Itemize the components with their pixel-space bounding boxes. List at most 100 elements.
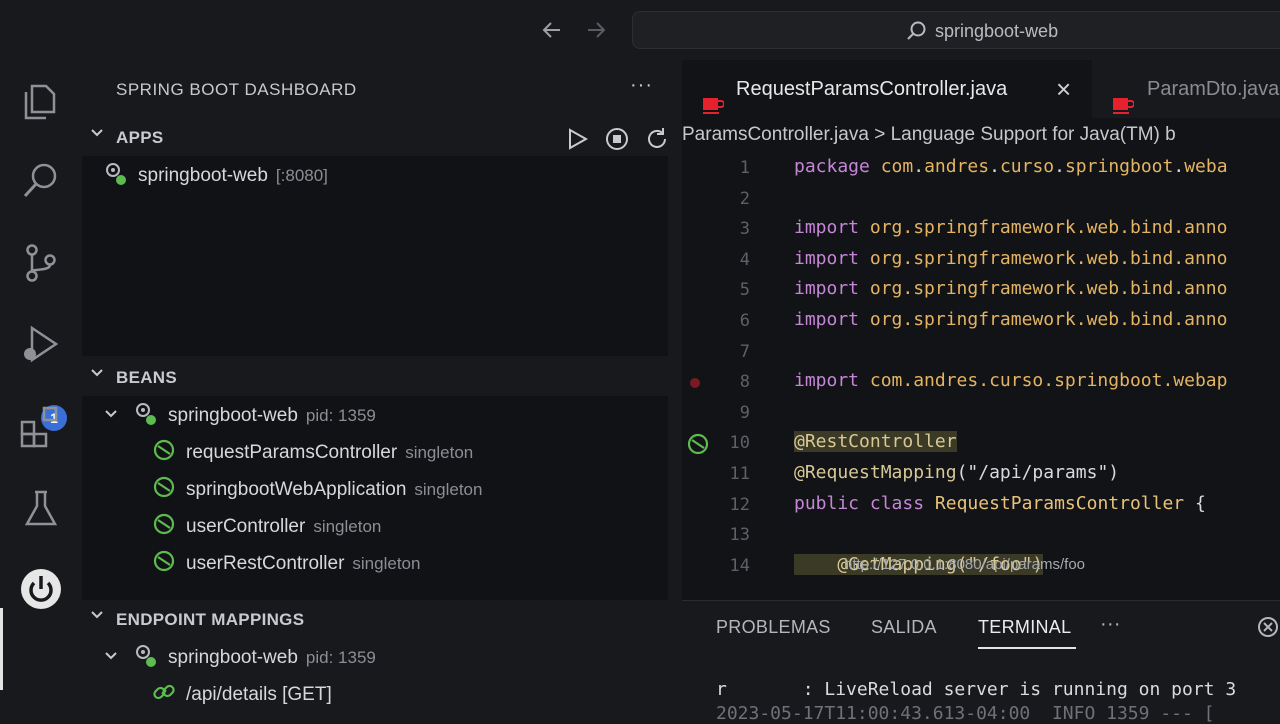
command-center-search[interactable]: springboot-web — [632, 11, 1280, 49]
bean-gutter-icon[interactable] — [686, 432, 710, 461]
restart-app-button[interactable] — [644, 126, 670, 152]
spring-boot-icon[interactable] — [18, 566, 64, 612]
close-panel-icon[interactable] — [1256, 615, 1280, 644]
extensions-icon[interactable] — [18, 404, 64, 450]
search-icon[interactable] — [18, 158, 64, 204]
beans-app-item[interactable]: springboot-web pid: 1359 — [104, 400, 376, 434]
app-running-icon — [132, 400, 158, 432]
line-number: 7 — [739, 341, 750, 362]
line-number: 1 — [739, 158, 750, 178]
endpoint-mappings-section-header[interactable]: ENDPOINT MAPPINGS — [82, 602, 682, 638]
sidebar-title: SPRING BOOT DASHBOARD — [116, 80, 357, 99]
code-line[interactable]: public class RequestParamsController { — [794, 493, 1206, 514]
files-icon[interactable] — [18, 78, 64, 124]
stop-app-button[interactable] — [604, 126, 630, 152]
line-number: 2 — [739, 188, 750, 209]
bean-item[interactable]: userRestController singleton — [152, 549, 420, 583]
code-token: import — [794, 309, 870, 330]
apps-section-header[interactable]: APPS — [82, 120, 682, 156]
tab-problems[interactable]: PROBLEMAS — [716, 617, 831, 638]
terminal-line: r : LiveReload server is running on port… — [716, 679, 1237, 700]
beans-header-label: BEANS — [116, 368, 178, 387]
code-line[interactable]: import org.springframework.web.bind.anno — [794, 217, 1227, 238]
panel-more-button[interactable]: ··· — [1100, 613, 1121, 636]
code-token: org.springframework.web.bind.anno — [869, 217, 1228, 239]
bean-item[interactable]: requestParamsController singleton — [152, 438, 473, 472]
endpoints-list: springboot-web pid: 1359 /api/details [GE… — [82, 638, 668, 720]
endpoints-app-item[interactable]: springboot-web pid: 1359 — [104, 642, 376, 676]
app-item[interactable]: springboot-web [:8080] — [102, 160, 328, 194]
bean-item[interactable]: userController singleton — [152, 512, 381, 546]
code-line[interactable]: package com.andres.curso.springboot.weba — [794, 156, 1228, 177]
more-actions-button[interactable]: ··· — [630, 74, 653, 97]
breadcrumb[interactable]: ParamsController.java > Language Support… — [682, 124, 1280, 146]
source-control-icon[interactable] — [18, 240, 64, 286]
code-token: . — [913, 156, 925, 177]
code-token: public class — [794, 492, 935, 514]
line-number: 9 — [739, 402, 750, 423]
endpoint-path: /api/details [GET] — [186, 684, 332, 706]
chevron-down-icon — [90, 608, 104, 625]
close-icon[interactable]: × — [1056, 60, 1071, 118]
code-token: org.springframework.web.bind.anno — [869, 278, 1228, 300]
code-token: weba — [1184, 156, 1228, 177]
command-center-label: springboot-web — [935, 21, 1059, 41]
code-line[interactable]: import org.springframework.web.bind.anno — [794, 309, 1227, 330]
active-indicator — [0, 608, 3, 690]
code-token: com.andres.curso.springboot.webap — [869, 370, 1228, 392]
line-number: 11 — [729, 464, 750, 484]
active-tab-indicator — [978, 647, 1076, 649]
tab-terminal[interactable]: TERMINAL — [978, 617, 1071, 638]
endpoint-code-lens[interactable]: http://127.0.0.1:8080/api/params/foo — [844, 556, 1085, 573]
bean-scope: singleton — [405, 443, 474, 463]
arrow-right-icon[interactable] — [584, 18, 608, 42]
arrow-left-icon[interactable] — [540, 18, 564, 42]
testing-icon[interactable] — [18, 486, 64, 532]
breakpoint-icon[interactable] — [690, 378, 700, 388]
endpoints-header-label: ENDPOINT MAPPINGS — [116, 610, 305, 629]
java-file-icon — [1112, 80, 1135, 114]
endpoint-item[interactable]: /api/details [GET] — [152, 680, 332, 714]
bean-item[interactable]: springbootWebApplication singleton — [152, 475, 482, 509]
chevron-down-icon — [90, 126, 104, 143]
code-line[interactable]: import org.springframework.web.bind.anno — [794, 278, 1227, 299]
line-number: 12 — [729, 494, 750, 515]
chevron-down-icon — [104, 405, 118, 427]
code-token: springboot — [1064, 156, 1174, 177]
code-line[interactable]: import org.springframework.web.bind.anno — [794, 248, 1227, 269]
tab-request-params-controller[interactable]: RequestParamsController.java × — [682, 60, 1092, 118]
line-number: 5 — [739, 280, 750, 301]
endpoints-app-pid: pid: 1359 — [305, 648, 376, 668]
code-token: . — [989, 156, 1000, 177]
bean-icon — [152, 512, 176, 542]
beans-section-header[interactable]: BEANS — [82, 360, 682, 396]
terminal-line: 2023-05-17T11:00:43.613-04:00 INFO 1359 … — [716, 703, 1215, 724]
code-line[interactable]: import com.andres.curso.springboot.webap — [794, 370, 1227, 391]
code-token: import — [794, 278, 870, 300]
tab-output[interactable]: SALIDA — [871, 617, 937, 638]
activity-bar: 1 — [0, 60, 82, 720]
beans-app-name: springboot-web — [168, 405, 298, 427]
search-icon — [905, 20, 927, 47]
bean-scope: singleton — [352, 554, 421, 574]
tab-label: RequestParamsController.java — [736, 78, 1008, 100]
code-token: package — [794, 156, 881, 177]
bean-icon — [152, 475, 176, 505]
chevron-down-icon — [104, 647, 118, 669]
tab-param-dto[interactable]: ParamDto.java — [1092, 60, 1280, 118]
line-number: 14 — [729, 555, 750, 576]
run-debug-icon[interactable] — [18, 322, 64, 368]
chevron-down-icon — [90, 366, 104, 383]
code-token: com — [880, 156, 914, 177]
code-line[interactable]: @RequestMapping("/api/params") — [794, 462, 1119, 483]
bean-name: requestParamsController — [186, 442, 398, 464]
code-token: org.springframework.web.bind.anno — [869, 247, 1228, 269]
app-running-icon — [102, 160, 128, 192]
code-token: andres — [924, 156, 990, 177]
code-editor[interactable]: 1 package com.andres.curso.springboot.web… — [682, 156, 1280, 600]
run-app-button[interactable] — [564, 126, 590, 152]
code-line[interactable]: @RestController — [794, 431, 957, 453]
code-token: @RequestMapping — [794, 462, 957, 483]
bean-name: userRestController — [186, 553, 345, 575]
bean-scope: singleton — [414, 480, 483, 500]
